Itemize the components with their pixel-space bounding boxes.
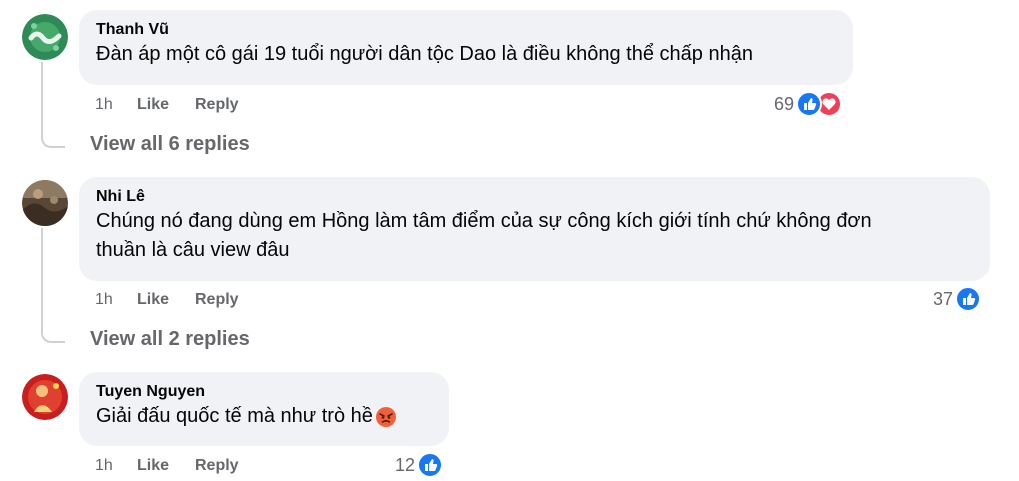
reaction-count: 12 [395,454,416,475]
comment-bubble: Tuyen Nguyen Giải đấu quốc tế mà như trò… [79,372,449,446]
comment-actions: 1h Like Reply [95,290,395,310]
like-icon [796,91,823,117]
thread-connector [41,327,65,343]
comment-text-line: Chúng nó đang dùng em Hồng làm tâm điểm … [96,210,872,232]
thread-line [41,228,43,329]
comment-bubble: Thanh Vũ Đàn áp một cô gái 19 tuổi người… [79,10,853,85]
reaction-count: 37 [933,288,954,309]
view-replies-link[interactable]: View all 6 replies [90,133,250,156]
avatar[interactable] [22,14,68,60]
like-button[interactable]: Like [137,95,169,115]
reaction-summary[interactable]: 12 [395,452,444,478]
comment-timestamp[interactable]: 1h [95,456,113,476]
like-button[interactable]: Like [137,290,169,310]
avatar[interactable] [22,180,68,226]
reaction-summary[interactable]: 37 [933,286,982,312]
like-icon [955,286,982,312]
comment-text: Giải đấu quốc tế mà như trò hề [96,405,373,427]
comment-author[interactable]: Tuyen Nguyen [96,381,433,402]
comment-timestamp[interactable]: 1h [95,290,113,310]
like-button[interactable]: Like [137,456,169,476]
comment-text: Đàn áp một cô gái 19 tuổi người dân tộc … [96,43,753,65]
comment-timestamp[interactable]: 1h [95,95,113,115]
thread-line [41,62,43,134]
reply-button[interactable]: Reply [195,95,239,115]
reaction-summary[interactable]: 69 [774,91,843,117]
comment-author[interactable]: Thanh Vũ [96,19,837,40]
comment-text-row: Giải đấu quốc tế mà như trò hề [96,402,433,431]
avatar[interactable] [22,374,68,420]
reaction-count: 69 [774,93,795,114]
comment-bubble: Nhi Lê Chúng nó đang dùng em Hồng làm tâ… [79,177,990,281]
thread-connector [41,132,65,148]
view-replies-link[interactable]: View all 2 replies [90,328,250,351]
angry-face-emoji-icon [375,406,397,428]
like-icon [417,452,444,478]
reply-button[interactable]: Reply [195,456,239,476]
comment-text-line: thuần là câu view đâu [96,239,290,261]
comment-author[interactable]: Nhi Lê [96,186,974,207]
comment-actions: 1h Like Reply [95,456,395,476]
comment-actions: 1h Like Reply [95,95,395,115]
reply-button[interactable]: Reply [195,290,239,310]
